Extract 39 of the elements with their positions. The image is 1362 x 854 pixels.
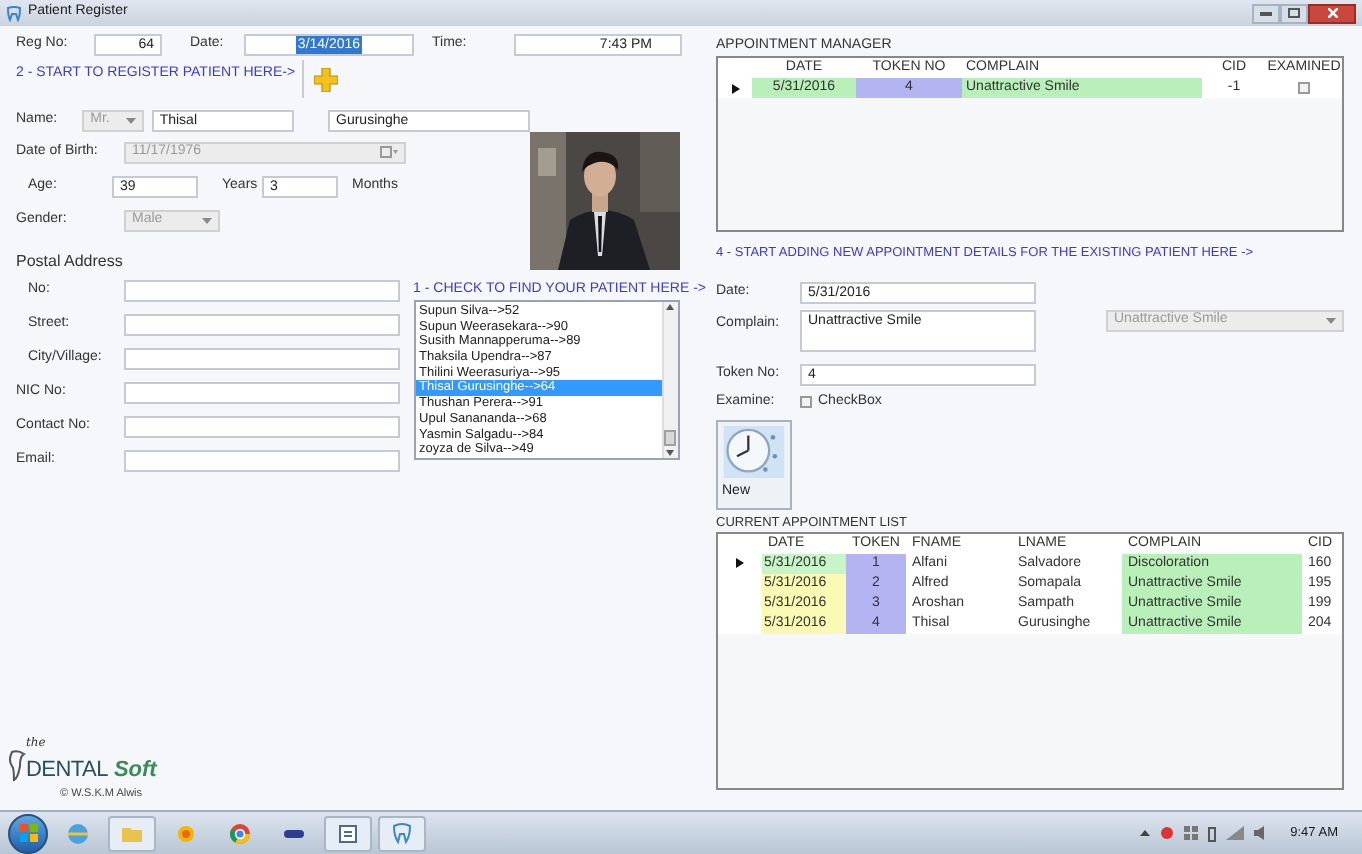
input-field[interactable] bbox=[124, 416, 400, 438]
tooth-icon[interactable] bbox=[378, 815, 426, 851]
checkbox[interactable] bbox=[1298, 82, 1310, 94]
caret-icon bbox=[202, 217, 212, 223]
patient-list[interactable] bbox=[413, 300, 680, 460]
scroll-down-icon[interactable] bbox=[666, 450, 675, 456]
caret-icon bbox=[1326, 317, 1336, 324]
tooth-logo-icon bbox=[8, 749, 26, 782]
section-heading: Postal Address bbox=[16, 250, 125, 274]
battery-icon[interactable] bbox=[1208, 825, 1217, 841]
logo-text: DENTAL bbox=[26, 759, 108, 782]
logo-text: Soft bbox=[113, 759, 157, 782]
folder-icon[interactable] bbox=[108, 815, 156, 851]
row-pointer-icon bbox=[736, 558, 744, 569]
four-squares-icon bbox=[19, 824, 37, 842]
input-field[interactable] bbox=[124, 280, 400, 302]
minimize-button[interactable] bbox=[1252, 3, 1280, 23]
speaker-icon[interactable] bbox=[1254, 826, 1265, 840]
caret-icon bbox=[125, 117, 136, 123]
input-field[interactable] bbox=[124, 314, 400, 336]
scroll-thumb[interactable] bbox=[664, 430, 677, 446]
scroll-up-icon[interactable] bbox=[666, 304, 675, 310]
tooth-icon bbox=[6, 5, 22, 21]
row-pointer-icon bbox=[731, 83, 739, 93]
input-field[interactable] bbox=[124, 348, 400, 370]
input-field[interactable] bbox=[124, 450, 400, 472]
maximize-button[interactable] bbox=[1280, 3, 1308, 23]
minimize-icon bbox=[1260, 11, 1272, 15]
close-button[interactable] bbox=[1308, 3, 1356, 23]
input-field[interactable] bbox=[124, 382, 400, 404]
signal-icon[interactable] bbox=[1226, 826, 1245, 840]
maximize-icon bbox=[1288, 8, 1300, 18]
close-icon bbox=[1327, 8, 1337, 18]
clock-icon bbox=[722, 425, 786, 479]
window-icon[interactable] bbox=[324, 815, 372, 851]
calendar-icon bbox=[380, 146, 398, 158]
tray-arrow-icon[interactable] bbox=[1140, 830, 1151, 836]
plus-icon bbox=[314, 67, 339, 91]
start-button[interactable] bbox=[8, 813, 48, 853]
